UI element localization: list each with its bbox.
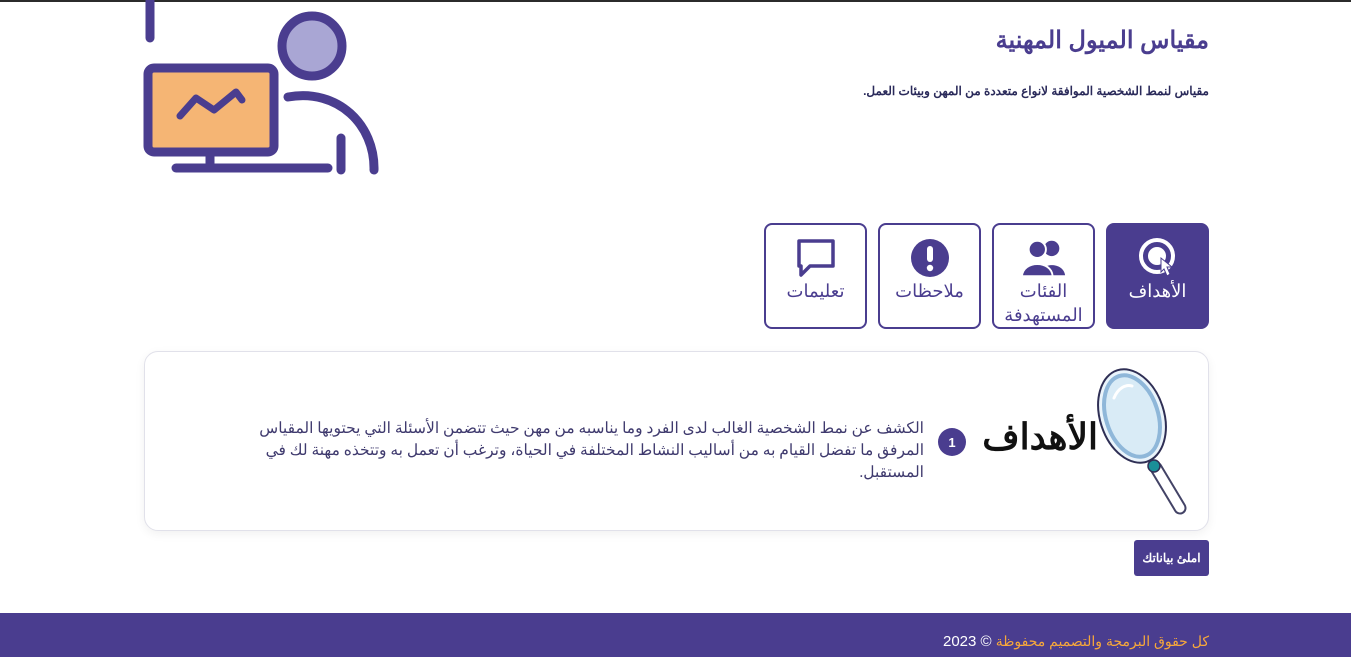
tab-instructions[interactable]: تعليمات: [764, 223, 867, 329]
info-tabs: الأهداف الفئات المستهدفة ملاحظات تعليمات: [764, 223, 1209, 329]
footer-copyright: © 2023: [942, 633, 992, 650]
fill-data-button[interactable]: املئ بياناتك: [1134, 540, 1209, 576]
footer-text: كل حقوق البرمجة والتصميم محفوظة © 2023: [943, 633, 1209, 650]
tab-goals[interactable]: الأهداف: [1106, 223, 1209, 329]
footer: كل حقوق البرمجة والتصميم محفوظة © 2023: [0, 613, 1351, 657]
goals-title: الأهداف: [982, 417, 1098, 457]
goal-description: الكشف عن نمط الشخصية الغالب لدى الفرد وم…: [259, 420, 924, 481]
tab-notes-label: ملاحظات: [895, 281, 964, 301]
tab-instructions-label: تعليمات: [786, 281, 845, 301]
footer-rights: كل حقوق البرمجة والتصميم محفوظة: [995, 633, 1209, 649]
exclamation-icon: [907, 237, 953, 279]
chat-icon: [793, 237, 839, 279]
tab-notes[interactable]: ملاحظات: [878, 223, 981, 329]
target-icon: [1135, 237, 1181, 279]
tab-goals-label: الأهداف: [1128, 281, 1187, 301]
page-title: مقياس الميول المهنية: [995, 27, 1209, 54]
tab-target-groups[interactable]: الفئات المستهدفة: [992, 223, 1095, 329]
tab-target-groups-label: الفئات المستهدفة: [1004, 281, 1083, 325]
person-computer-illustration: [143, 0, 379, 175]
page-subtitle: مقياس لنمط الشخصية الموافقة لانواع متعدد…: [863, 84, 1209, 98]
magnifier-icon: [1097, 368, 1188, 515]
users-icon: [1020, 237, 1067, 279]
goals-card: الأهداف 1 الكشف عن نمط الشخصية الغالب لد…: [144, 351, 1209, 531]
goal-number-badge: 1: [938, 428, 966, 456]
